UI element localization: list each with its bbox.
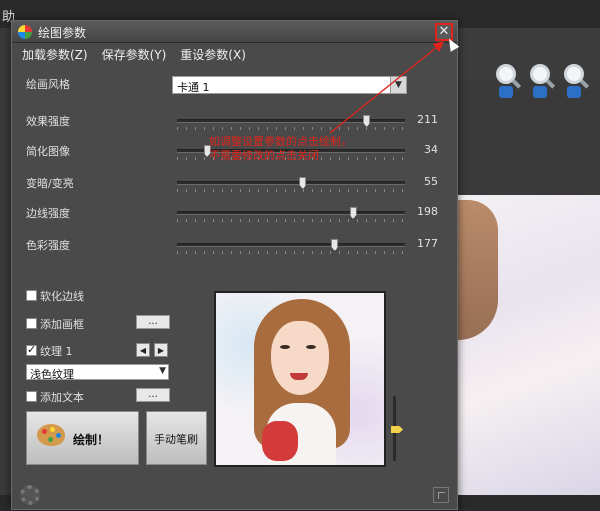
text-options-button[interactable]: ...: [136, 388, 170, 402]
draw-button[interactable]: 绘制！: [26, 411, 139, 465]
slider-ticks: [177, 127, 405, 130]
slider-thumb[interactable]: [299, 177, 307, 189]
slider-track[interactable]: [177, 243, 405, 247]
tutorial-annotation: 如调整设置参数的点击绘制， 不需要修改的点击关闭: [209, 135, 352, 163]
drawing-params-dialog: 绘图参数 ✕ 加载参数(Z) 保存参数(Y) 重设参数(X) 绘画风格 卡通 1…: [11, 20, 460, 510]
annotation-line-1: 如调整设置参数的点击绘制，: [209, 135, 352, 148]
slider-ticks: [177, 251, 405, 254]
app-icon: [18, 25, 32, 39]
slider-value: 198: [417, 205, 438, 218]
slider-value: 211: [417, 113, 438, 126]
texture-select-value: 浅色纹理: [30, 368, 74, 381]
zoom-out-icon[interactable]: [526, 62, 556, 100]
palette-icon: [37, 424, 65, 446]
slider-track[interactable]: [177, 181, 405, 185]
add-text-label: 添加文本: [40, 391, 84, 404]
soft-edge-label: 软化边线: [40, 290, 84, 303]
style-label: 绘画风格: [26, 78, 70, 91]
menu-load-params[interactable]: 加载参数(Z): [12, 43, 88, 65]
texture-label: 纹理 1: [40, 345, 73, 358]
slider-thumb[interactable]: [349, 207, 357, 219]
add-text-checkbox[interactable]: [26, 391, 37, 402]
chevron-down-icon[interactable]: ▼: [390, 77, 406, 93]
slider-ticks: [177, 189, 405, 192]
annotation-line-2: 不需要修改的点击关闭: [209, 149, 319, 162]
slider-label: 边线强度: [26, 207, 70, 220]
add-frame-checkbox[interactable]: [26, 318, 37, 329]
slider-label: 简化图像: [26, 145, 70, 158]
slider-label: 效果强度: [26, 115, 70, 128]
preview-zoom-slider-thumb[interactable]: [391, 426, 403, 433]
dialog-title-bar[interactable]: 绘图参数 ✕: [12, 21, 457, 43]
resize-icon[interactable]: [433, 487, 449, 503]
frame-options-button[interactable]: ...: [136, 315, 170, 329]
gear-icon[interactable]: [20, 485, 40, 505]
background-photo-detail: [458, 200, 498, 340]
manual-brush-button[interactable]: 手动笔刷: [146, 411, 207, 465]
slider-value: 177: [417, 237, 438, 250]
texture-prev-button[interactable]: ◀: [136, 343, 150, 357]
slider-label: 色彩强度: [26, 239, 70, 252]
menu-save-params[interactable]: 保存参数(Y): [92, 43, 167, 65]
preview-image: [214, 291, 386, 467]
slider-ticks: [177, 219, 405, 222]
soft-edge-checkbox[interactable]: [26, 290, 37, 301]
style-select-value: 卡通 1: [177, 81, 210, 94]
texture-checkbox[interactable]: [26, 343, 37, 356]
slider-label: 变暗/变亮: [26, 177, 74, 190]
slider-track[interactable]: [177, 119, 405, 123]
slider-thumb[interactable]: [363, 115, 371, 127]
style-select[interactable]: 卡通 1 ▼: [172, 76, 407, 94]
background-toolbar: [458, 28, 600, 98]
draw-button-label: 绘制！: [73, 433, 110, 447]
slider-thumb[interactable]: [331, 239, 339, 251]
slider-value: 55: [424, 175, 438, 188]
chevron-down-icon[interactable]: ▼: [159, 366, 166, 376]
dialog-title: 绘图参数: [38, 26, 87, 40]
zoom-fit-icon[interactable]: [560, 62, 590, 100]
add-frame-label: 添加画框: [40, 318, 84, 331]
slider-track[interactable]: [177, 211, 405, 215]
texture-next-button[interactable]: ▶: [154, 343, 168, 357]
texture-select[interactable]: 浅色纹理 ▼: [26, 364, 169, 381]
slider-value: 34: [424, 143, 438, 156]
manual-brush-label: 手动笔刷: [154, 433, 198, 446]
dialog-menu-bar: 加载参数(Z) 保存参数(Y) 重设参数(X): [12, 43, 457, 65]
zoom-in-icon[interactable]: [492, 62, 522, 100]
menu-reset-params[interactable]: 重设参数(X): [170, 43, 246, 65]
